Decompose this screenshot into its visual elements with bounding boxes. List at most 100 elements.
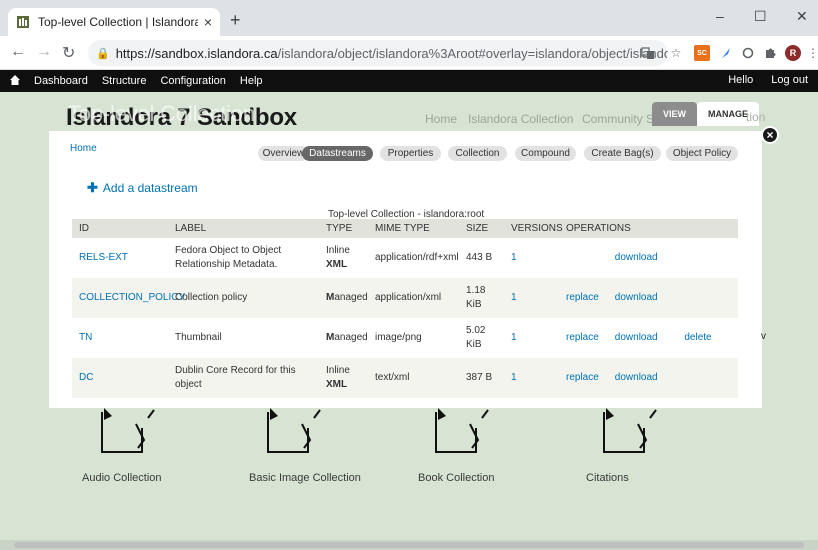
col-header-id[interactable]: ID: [72, 219, 168, 238]
datastreams-table: ID LABEL TYPE MIME TYPE SIZE VERSIONS OP…: [72, 219, 738, 398]
translate-icon[interactable]: [640, 45, 656, 61]
tab-collection[interactable]: Collection: [448, 146, 507, 161]
logout-link[interactable]: Log out: [771, 74, 808, 86]
download-link[interactable]: download: [615, 331, 658, 345]
col-header-size[interactable]: SIZE: [459, 219, 504, 238]
tab-properties[interactable]: Properties: [380, 146, 441, 161]
download-link[interactable]: download: [615, 371, 658, 385]
datastream-label: Collection policy: [168, 278, 319, 318]
replace-link[interactable]: replace: [566, 331, 604, 345]
window-minimize-button[interactable]: –: [716, 8, 724, 24]
datastream-label: Dublin Core Record for this object: [168, 358, 319, 398]
window-maximize-button[interactable]: ☐: [754, 8, 767, 25]
datastream-mime: image/png: [368, 318, 459, 358]
profile-avatar[interactable]: R: [785, 45, 801, 61]
forward-arrow-icon[interactable]: →: [36, 43, 52, 61]
datastream-id-link[interactable]: RELS-EXT: [79, 252, 128, 263]
datastream-size: 1.18 KiB: [459, 278, 504, 318]
datastream-id-link[interactable]: COLLECTION_POLICY: [79, 292, 185, 303]
citations-folder-icon[interactable]: [600, 408, 664, 454]
admin-home-icon[interactable]: [10, 74, 20, 88]
extension-feather-icon[interactable]: [718, 45, 734, 61]
replace-link[interactable]: replace: [566, 291, 604, 305]
delete-link[interactable]: delete: [684, 331, 711, 345]
datastream-label: Fedora Object to Object Relationship Met…: [168, 238, 319, 278]
new-tab-button[interactable]: +: [230, 10, 241, 31]
datastream-id-link[interactable]: TN: [79, 332, 92, 343]
bookmark-star-icon[interactable]: ☆: [668, 45, 684, 61]
datastream-type: Managed: [319, 318, 368, 358]
admin-menu-configuration[interactable]: Configuration: [160, 75, 225, 87]
browser-window: Top-level Collection | Islandora 7 × + –…: [0, 0, 818, 550]
back-arrow-icon[interactable]: ←: [10, 43, 26, 61]
admin-menu-structure[interactable]: Structure: [102, 75, 147, 87]
col-header-versions[interactable]: VERSIONS: [504, 219, 563, 238]
download-link[interactable]: download: [615, 251, 658, 265]
browser-menu-icon[interactable]: ⋮: [805, 45, 818, 61]
extension-circle-icon[interactable]: [740, 45, 756, 61]
nav-islandora-collection[interactable]: Islandora Collection: [468, 112, 573, 126]
datastream-size: 443 B: [459, 238, 504, 278]
basic-image-collection-folder-icon[interactable]: [264, 408, 328, 454]
col-header-type[interactable]: TYPE: [319, 219, 368, 238]
datastream-label: Thumbnail: [168, 318, 319, 358]
reload-icon[interactable]: ↻: [62, 43, 75, 63]
overlay-breadcrumb-home[interactable]: Home: [70, 143, 97, 154]
url-input[interactable]: 🔒 https://sandbox.islandora.ca/islandora…: [88, 40, 668, 66]
collection-title-book[interactable]: Book Collection: [418, 472, 494, 484]
site-favicon-icon: [16, 15, 30, 29]
download-link[interactable]: download: [615, 291, 658, 305]
horizontal-scrollbar[interactable]: [0, 540, 818, 550]
datastream-versions-link[interactable]: 1: [511, 252, 517, 263]
admin-menu-dashboard[interactable]: Dashboard: [34, 75, 88, 87]
tab-compound[interactable]: Compound: [515, 146, 576, 161]
admin-user-area: Hello Log out: [728, 74, 808, 86]
table-row: RELS-EXT Fedora Object to Object Relatio…: [72, 238, 738, 278]
overlay-close-button[interactable]: ×: [761, 126, 779, 144]
add-datastream-link[interactable]: ✚ Add a datastream: [87, 180, 198, 196]
url-path: /islandora/object/islandora%3Aroot#overl…: [277, 45, 668, 61]
datastream-operations: replace download: [559, 358, 738, 398]
collection-title-citations[interactable]: Citations: [586, 472, 629, 484]
datastream-type: Managed: [319, 278, 368, 318]
nav-home[interactable]: Home: [425, 112, 457, 126]
nav-community[interactable]: Community Sc: [582, 112, 660, 126]
extensions-puzzle-icon[interactable]: [762, 45, 778, 61]
ghost-page-title: Top-level Collection: [68, 101, 255, 126]
ghost-suffix-text: tion: [746, 110, 766, 124]
view-manage-tabs: VIEW MANAGE: [652, 102, 760, 126]
book-collection-folder-icon[interactable]: [432, 408, 496, 454]
tab-title: Top-level Collection | Islandora 7: [38, 15, 198, 29]
site-title[interactable]: Islandora 7 Sandbox Top-level Collection: [66, 101, 297, 132]
collection-title-audio[interactable]: Audio Collection: [82, 472, 162, 484]
datastream-operations: download: [559, 238, 738, 278]
tab-object-policy[interactable]: Object Policy: [666, 146, 738, 161]
col-header-operations: OPERATIONS: [559, 219, 738, 238]
browser-tab[interactable]: Top-level Collection | Islandora 7 ×: [8, 8, 220, 36]
datastream-versions-link[interactable]: 1: [511, 332, 517, 343]
datastream-size: 5.02 KiB: [459, 318, 504, 358]
datastream-operations: replace download delete: [559, 318, 738, 358]
window-close-button[interactable]: ✕: [796, 8, 808, 25]
scrollbar-thumb[interactable]: [14, 542, 804, 548]
datastream-versions-link[interactable]: 1: [511, 372, 517, 383]
datastream-mime: application/xml: [368, 278, 459, 318]
view-tab[interactable]: VIEW: [652, 102, 698, 126]
table-row: COLLECTION_POLICY Collection policy Mana…: [72, 278, 738, 318]
tab-create-bags[interactable]: Create Bag(s): [584, 146, 661, 161]
manage-overlay: Home Overview Datastreams Properties Col…: [49, 131, 762, 408]
add-datastream-label: Add a datastream: [102, 181, 198, 195]
datastream-versions-link[interactable]: 1: [511, 292, 517, 303]
extension-sc-icon[interactable]: SC: [694, 45, 710, 61]
replace-link[interactable]: replace: [566, 371, 604, 385]
admin-menu-help[interactable]: Help: [240, 75, 263, 87]
col-header-label[interactable]: LABEL: [168, 219, 319, 238]
tab-close-icon[interactable]: ×: [204, 14, 212, 30]
col-header-mime-type[interactable]: MIME TYPE: [368, 219, 459, 238]
collection-title-basic-image[interactable]: Basic Image Collection: [249, 472, 361, 484]
audio-collection-folder-icon[interactable]: [98, 408, 162, 454]
tab-datastreams[interactable]: Datastreams: [302, 146, 373, 161]
table-header-row: ID LABEL TYPE MIME TYPE SIZE VERSIONS OP…: [72, 219, 738, 238]
datastream-id-link[interactable]: DC: [79, 372, 93, 383]
table-row: DC Dublin Core Record for this object In…: [72, 358, 738, 398]
